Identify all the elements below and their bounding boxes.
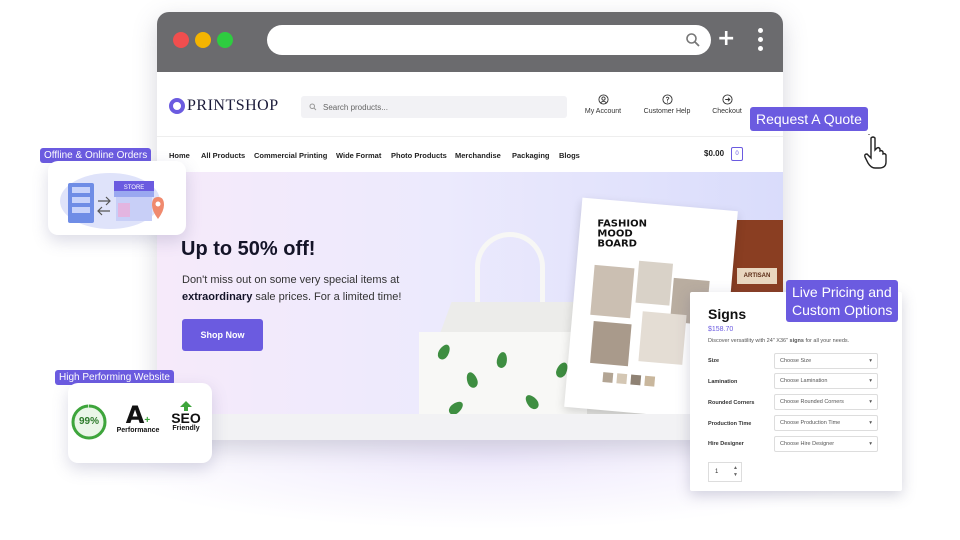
nav-item-all-products[interactable]: All Products (201, 151, 245, 160)
maximize-window-button[interactable] (217, 32, 233, 48)
nav-item-wide-format[interactable]: Wide Format (336, 151, 381, 160)
option-label-rounded-corners: Rounded Corners (708, 400, 755, 406)
performance-score: 99% (78, 416, 99, 427)
search-icon[interactable] (685, 32, 701, 48)
poster-photo (590, 264, 635, 319)
cart-total[interactable]: $0.00 (704, 149, 724, 158)
site-header: PRINTSHOP Search products... My Account (157, 72, 783, 136)
hire-designer-select[interactable]: Choose Hire Designer ▾ (774, 436, 878, 452)
nav-item-merchandise[interactable]: Merchandise (455, 151, 501, 160)
store-illustration-card: STORE (48, 161, 186, 235)
chevron-down-icon: ▾ (869, 358, 872, 364)
size-select[interactable]: Choose Size ▾ (774, 353, 878, 369)
user-icon (597, 94, 609, 105)
quantity-stepper[interactable]: 1 ▲ ▼ (708, 462, 742, 482)
my-account-link[interactable]: My Account (573, 94, 633, 115)
product-description: Discover versatility with 24" X36" signs… (708, 338, 850, 344)
shop-now-button[interactable]: Shop Now (182, 319, 263, 351)
poster-photo (590, 321, 632, 367)
close-window-button[interactable] (173, 32, 189, 48)
browser-chrome: + (157, 12, 783, 72)
site-logo[interactable]: PRINTSHOP (169, 96, 279, 116)
product-price: $158.70 (708, 326, 734, 333)
logo-text: PRINTSHOP (187, 97, 279, 114)
kebab-menu-icon[interactable] (758, 28, 764, 55)
pointer-hand-icon (864, 134, 887, 169)
help-icon (661, 94, 673, 105)
poster-photo (638, 311, 687, 365)
option-label-production-time: Production Time (708, 421, 752, 427)
seo-label: Friendly (172, 425, 200, 432)
lamination-select[interactable]: Choose Lamination ▾ (774, 373, 878, 389)
checkout-link[interactable]: Checkout (697, 94, 757, 115)
hero-description: Don't miss out on some very special item… (182, 274, 402, 303)
nav-item-packaging[interactable]: Packaging (512, 151, 550, 160)
production-time-select[interactable]: Choose Production Time ▾ (774, 415, 878, 431)
seo-text: SEO (171, 410, 201, 426)
nav-item-blogs[interactable]: Blogs (559, 151, 580, 160)
rounded-corners-select[interactable]: Choose Rounded Corners ▾ (774, 394, 878, 410)
customer-help-link[interactable]: Customer Help (637, 94, 697, 115)
quantity-value: 1 (715, 469, 719, 475)
cart-icon[interactable]: 0 (731, 147, 743, 161)
hero-title: Up to 50% off! (181, 238, 316, 260)
chevron-down-icon: ▾ (869, 420, 872, 426)
chevron-down-icon: ▾ (869, 378, 872, 384)
search-icon (309, 103, 317, 111)
store-illustration-icon: STORE (60, 173, 164, 229)
performance-card: 99% A+ Performance SEO Friendly (68, 383, 212, 463)
checkout-arrow-icon (721, 94, 733, 105)
request-quote-badge[interactable]: Request A Quote (750, 107, 868, 131)
product-title: Signs (708, 306, 747, 322)
live-pricing-line-2: Custom Options (792, 302, 893, 318)
svg-text:STORE: STORE (124, 185, 145, 191)
grade-badge: A+ Performance (116, 401, 160, 434)
main-nav: Home All Products Commercial Printing Wi… (157, 136, 783, 172)
grade-plus: + (144, 415, 151, 426)
nav-item-home[interactable]: Home (169, 151, 190, 160)
address-bar[interactable] (267, 25, 711, 55)
swatch (630, 374, 642, 386)
coffee-bag-label: ARTISAN (737, 268, 777, 284)
stepper-arrows-icon[interactable]: ▲ ▼ (733, 465, 738, 479)
logo-mark-icon (169, 98, 185, 114)
live-pricing-badge: Live Pricing and Custom Options (786, 280, 899, 322)
grade-letter: A (125, 401, 145, 429)
poster-photo (635, 260, 674, 306)
swatch (616, 373, 628, 385)
plus-icon[interactable]: + (717, 26, 735, 52)
poster-title: FASHION MOOD BOARD (597, 218, 647, 250)
chevron-down-icon: ▾ (869, 399, 872, 405)
checkout-label: Checkout (712, 108, 742, 115)
customer-help-label: Customer Help (643, 108, 691, 115)
option-label-hire-designer: Hire Designer (708, 441, 744, 447)
swatch (644, 375, 656, 387)
search-placeholder: Search products... (323, 102, 388, 112)
product-search-input[interactable]: Search products... (301, 96, 567, 118)
chevron-down-icon: ▾ (869, 441, 872, 447)
nav-item-photo-products[interactable]: Photo Products (391, 151, 447, 160)
my-account-label: My Account (584, 108, 622, 115)
seo-badge: SEO Friendly (166, 401, 206, 432)
minimize-window-button[interactable] (195, 32, 211, 48)
option-label-size: Size (708, 358, 720, 364)
option-label-lamination: Lamination (708, 379, 738, 385)
live-pricing-line-1: Live Pricing and (792, 284, 892, 300)
grade-label: Performance (116, 427, 160, 434)
swatch (602, 372, 614, 383)
nav-item-commercial-printing[interactable]: Commercial Printing (254, 151, 327, 160)
